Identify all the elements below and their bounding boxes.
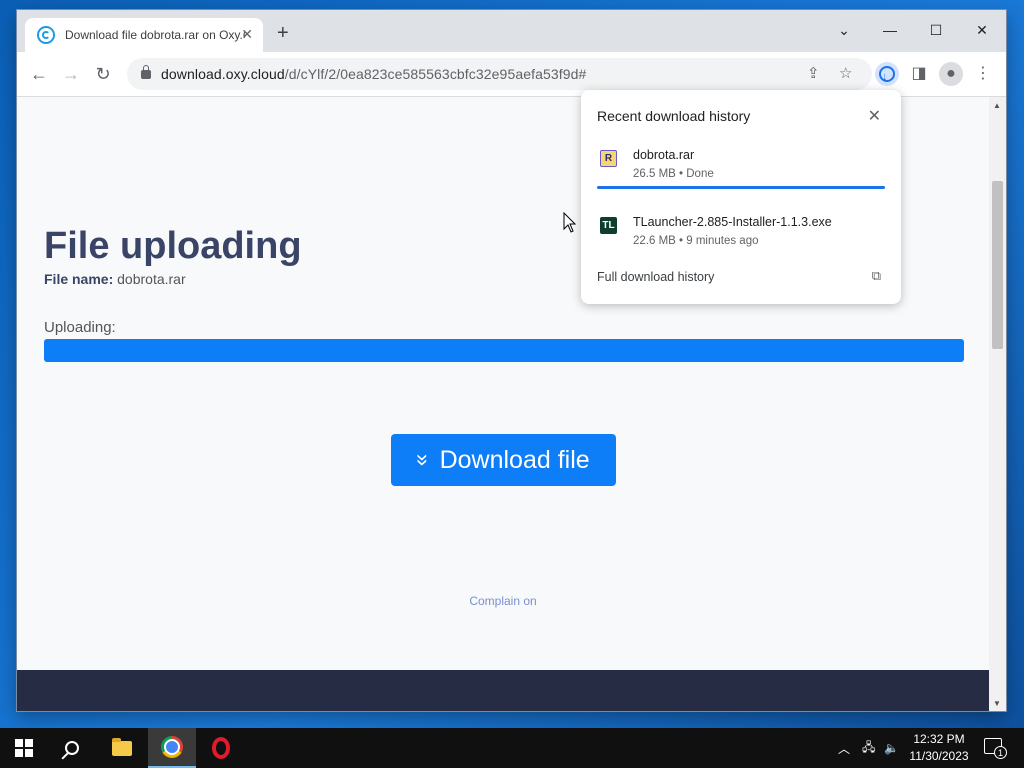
side-panel-icon[interactable]: ◨ (907, 62, 931, 86)
tlauncher-icon: TL (600, 217, 617, 234)
reload-icon[interactable]: ↻ (91, 62, 115, 86)
clock-date: 11/30/2023 (909, 749, 969, 763)
folder-icon (112, 737, 132, 756)
address-bar[interactable]: download.oxy.cloud/d/cYlf/2/0ea823ce5855… (127, 58, 872, 90)
double-chevron-down-icon: » (411, 453, 437, 467)
clock-time: 12:32 PM (913, 732, 965, 746)
page-scrollbar[interactable]: ▲ ▼ (989, 97, 1006, 711)
download-history-popup: Recent download history ✕ R dobrota.rar … (581, 90, 901, 304)
windows-logo-icon (15, 739, 33, 757)
tab-strip: Download file dobrota.rar on Oxy.Cloud ✕… (17, 10, 1006, 52)
scroll-down-arrow-icon[interactable]: ▼ (993, 699, 1001, 708)
tray-overflow-chevron-up-icon[interactable]: ︿ (838, 728, 850, 768)
start-button[interactable] (0, 728, 48, 768)
upload-progress-bar (44, 339, 964, 362)
download-item-meta: 26.5 MB • Done (633, 168, 714, 180)
tab-close-icon[interactable]: ✕ (241, 26, 253, 43)
download-item[interactable]: TL TLauncher-2.885-Installer-1.1.3.exe 2… (597, 215, 887, 259)
notification-count-badge: 1 (994, 746, 1007, 759)
network-icon[interactable]: 🖧 (862, 728, 875, 768)
download-item[interactable]: R dobrota.rar 26.5 MB • Done (597, 148, 887, 192)
scrollbar-thumb[interactable] (992, 181, 1003, 349)
mouse-cursor-icon (563, 212, 577, 233)
search-icon (65, 741, 79, 755)
notification-center-icon[interactable]: 1 (984, 738, 1007, 759)
rar-file-icon: R (600, 150, 617, 167)
tab-active[interactable]: Download file dobrota.rar on Oxy.Cloud ✕ (25, 18, 263, 52)
profile-avatar-icon[interactable]: ● (939, 62, 963, 86)
popup-close-icon[interactable]: ✕ (868, 106, 881, 126)
maximize-button[interactable]: ☐ (913, 16, 959, 44)
search-button[interactable] (48, 728, 96, 768)
tab-title: Download file dobrota.rar on Oxy.Cloud (65, 28, 245, 42)
page-footer (17, 670, 989, 711)
file-name-label: File name: (44, 271, 114, 287)
file-name-value: dobrota.rar (117, 271, 186, 287)
download-item-meta: 22.6 MB • 9 minutes ago (633, 235, 759, 247)
file-explorer-button[interactable] (98, 728, 146, 768)
download-item-name: dobrota.rar (633, 148, 695, 162)
complain-link[interactable]: Complain on (17, 594, 989, 608)
download-item-selected-bar (597, 186, 885, 189)
scroll-up-arrow-icon[interactable]: ▲ (993, 101, 1001, 110)
chrome-icon (161, 736, 183, 758)
download-item-name: TLauncher-2.885-Installer-1.1.3.exe (633, 215, 832, 229)
file-name-line: File name: dobrota.rar (44, 271, 186, 287)
download-file-label: Download file (439, 445, 590, 474)
forward-arrow-icon[interactable]: → (59, 62, 83, 86)
close-window-button[interactable]: ✕ (959, 16, 1005, 44)
opera-taskbar-button[interactable] (197, 728, 245, 768)
open-external-icon[interactable]: ⧉ (872, 268, 881, 284)
oxy-cloud-favicon-icon (37, 26, 55, 44)
url-text: download.oxy.cloud/d/cYlf/2/0ea823ce5855… (161, 66, 587, 82)
opera-icon (212, 737, 230, 759)
downloads-icon[interactable] (875, 62, 899, 89)
menu-kebab-icon[interactable]: ⋮ (971, 62, 995, 86)
volume-muted-icon[interactable]: 🔈 (884, 728, 899, 768)
lock-icon (141, 64, 151, 79)
back-arrow-icon[interactable]: ← (27, 62, 51, 86)
popup-title: Recent download history (597, 108, 751, 124)
bookmark-star-icon[interactable]: ☆ (839, 64, 852, 82)
download-file-button[interactable]: » Download file (391, 434, 616, 486)
uploading-label: Uploading: (44, 319, 116, 336)
chrome-taskbar-button[interactable] (148, 728, 196, 768)
new-tab-button[interactable]: + (277, 22, 289, 45)
upload-progress-fill (44, 339, 964, 362)
page-title: File uploading (44, 225, 302, 267)
full-download-history-link[interactable]: Full download history (597, 270, 714, 284)
tab-search-chevron-down-icon[interactable]: ⌄ (821, 16, 867, 44)
minimize-button[interactable]: — (867, 16, 913, 44)
system-clock[interactable]: 12:32 PM 11/30/2023 (902, 731, 976, 765)
share-icon[interactable]: ⇪ (807, 64, 820, 82)
taskbar: ︿ 🖧 🔈 12:32 PM 11/30/2023 1 (0, 728, 1024, 768)
